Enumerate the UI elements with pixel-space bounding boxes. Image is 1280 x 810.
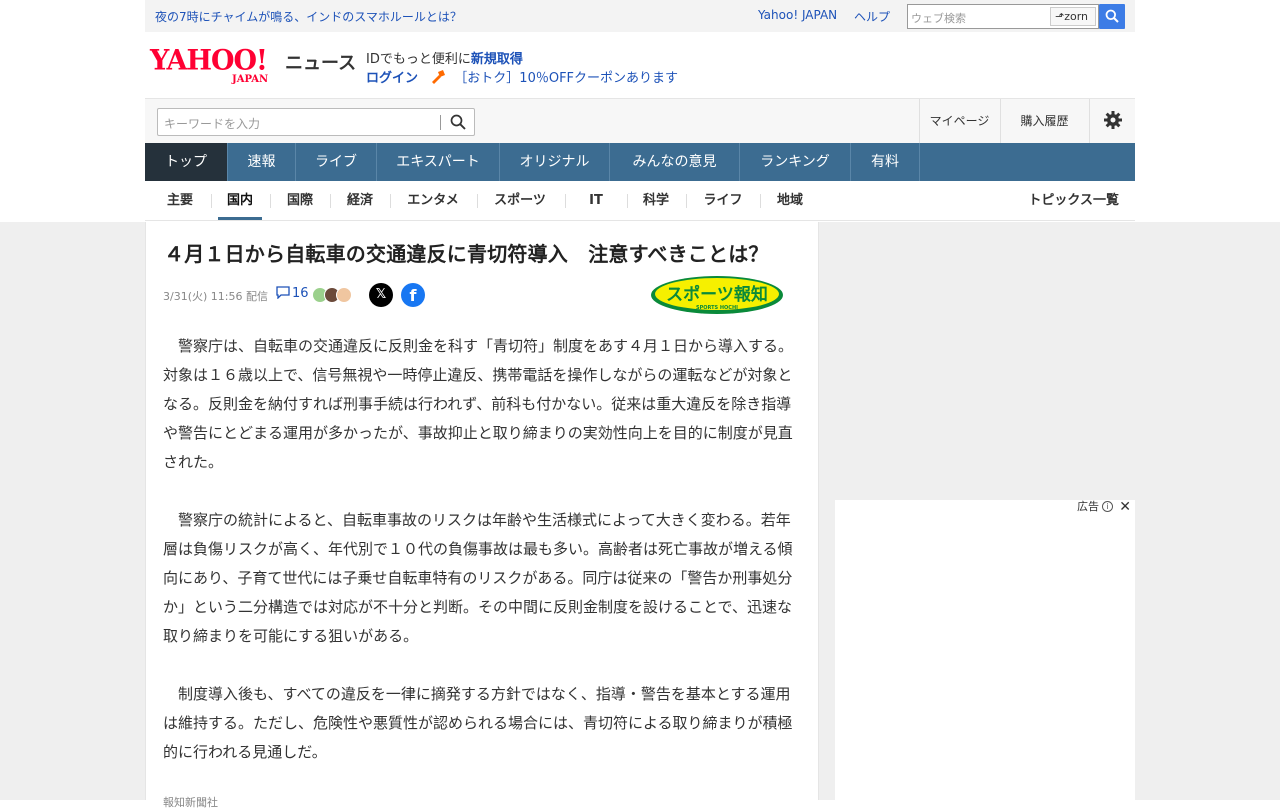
share-facebook-button[interactable]: f: [401, 283, 425, 307]
category-entertainment[interactable]: エンタメ: [397, 181, 469, 221]
topics-list-link[interactable]: トピックス一覧: [1028, 181, 1119, 221]
ad-area: 広告 i ✕: [835, 499, 1135, 800]
share-x-button[interactable]: 𝕏: [369, 283, 393, 307]
article-date: 3/31(火) 11:56: [163, 290, 243, 303]
nav-item-original[interactable]: オリジナル: [500, 143, 610, 181]
yahoo-japan-link[interactable]: Yahoo! JAPAN: [758, 8, 837, 22]
category-it[interactable]: IT: [572, 181, 620, 221]
category-economy[interactable]: 経済: [337, 181, 383, 221]
article-paragraph: 制度導入後も、すべての違反を一律に摘発する方針ではなく、指導・警告を基本とする運…: [163, 685, 793, 761]
help-link[interactable]: ヘルプ: [854, 8, 890, 25]
category-sports[interactable]: スポーツ: [484, 181, 556, 221]
category-divider: [330, 194, 331, 208]
top-bar: 夜の7時にチャイムが鳴る、インドのスマホルールとは？ Yahoo! JAPAN …: [145, 0, 1135, 32]
nav-item-paid[interactable]: 有料: [851, 143, 920, 181]
category-divider: [270, 194, 271, 208]
login-line: ログイン ［おトク］10％OFFクーポンあります: [366, 67, 678, 86]
service-name[interactable]: ニュース: [285, 49, 356, 75]
commenter-avatars: [312, 287, 360, 303]
gear-icon: [1104, 111, 1122, 129]
web-search-placeholder: ウェブ検索: [911, 12, 966, 25]
login-link[interactable]: ログイン: [366, 71, 418, 86]
zorn-label: zorn: [1064, 10, 1089, 23]
source-logo-sub: SPORTS HOCHI: [696, 305, 738, 311]
id-signup-link[interactable]: 新規取得: [471, 52, 523, 67]
article-container: ４月１日から自転車の交通違反に青切符導入 注意すべきことは？ 3/31(火) 1…: [145, 222, 819, 809]
article-paragraph: 警察庁は、自転車の交通違反に反則金を科す「青切符」制度をあす４月１日から導入する…: [163, 337, 794, 471]
category-main[interactable]: 主要: [157, 181, 203, 221]
main-nav: トップ 速報 ライブ エキスパート オリジナル みんなの意見 ランキング 有料: [145, 143, 1135, 181]
purchase-history-link[interactable]: 購入履歴: [1000, 99, 1088, 143]
keyword-search-input[interactable]: キーワードを入力: [157, 108, 475, 136]
category-divider: [686, 194, 687, 208]
nav-item-breaking[interactable]: 速報: [228, 143, 296, 181]
category-international[interactable]: 国際: [277, 181, 323, 221]
web-search-button[interactable]: [1099, 4, 1125, 29]
nav-item-live[interactable]: ライブ: [296, 143, 377, 181]
ad-label: 広告: [1077, 500, 1099, 513]
zorn-arrow-icon: ⬏: [1055, 10, 1065, 23]
search-row: キーワードを入力 マイページ 購入履歴: [145, 98, 1135, 143]
promo-link[interactable]: 夜の7時にチャイムが鳴る、インドのスマホルールとは？: [155, 8, 462, 25]
ad-close-icon[interactable]: ✕: [1119, 499, 1131, 515]
id-promo: IDでもっと便利に新規取得: [366, 48, 523, 67]
nav-item-ranking[interactable]: ランキング: [740, 143, 851, 181]
active-category-indicator: [218, 217, 262, 220]
category-region[interactable]: 地域: [767, 181, 813, 221]
coupon-icon: [432, 70, 446, 84]
site-header: YAHOO! JAPAN ニュース IDでもっと便利に新規取得 ログイン ［おト…: [145, 32, 1135, 98]
nav-item-top[interactable]: トップ: [145, 143, 228, 181]
avatar: [336, 287, 352, 303]
category-domestic[interactable]: 国内: [218, 181, 262, 221]
category-divider: [760, 194, 761, 208]
keyword-placeholder: キーワードを入力: [164, 117, 261, 131]
coupon-link[interactable]: ［おトク］10％OFFクーポンあります: [454, 71, 678, 86]
comment-link[interactable]: 16: [276, 286, 309, 301]
category-science[interactable]: 科学: [634, 181, 678, 221]
category-divider: [477, 194, 478, 208]
category-divider: [211, 194, 212, 208]
logo-sub: JAPAN: [232, 74, 269, 85]
keyword-divider: [440, 115, 441, 130]
search-icon[interactable]: [450, 114, 466, 130]
article-delivered: 配信: [245, 290, 268, 303]
id-prefix: IDでもっと便利に: [366, 52, 471, 67]
search-icon: [1105, 9, 1119, 23]
category-divider: [627, 194, 628, 208]
settings-button[interactable]: [1089, 99, 1135, 143]
yahoo-japan-logo[interactable]: YAHOO! JAPAN: [150, 44, 285, 86]
article-paragraph: 警察庁の統計によると、自転車事故のリスクは年齢や生活様式によって大きく変わる。若…: [163, 511, 793, 645]
nav-item-opinions[interactable]: みんなの意見: [610, 143, 740, 181]
nav-item-expert[interactable]: エキスパート: [377, 143, 500, 181]
category-life[interactable]: ライフ: [693, 181, 753, 221]
category-divider: [565, 194, 566, 208]
source-logo-text: スポーツ報知: [666, 284, 768, 305]
publisher-note: 報知新聞社: [163, 796, 218, 809]
comment-icon: [276, 286, 290, 300]
article-meta: 3/31(火) 11:56 配信: [163, 288, 268, 304]
source-logo[interactable]: スポーツ報知 SPORTS HOCHI: [650, 275, 784, 315]
zorn-button[interactable]: ⬏zorn: [1050, 7, 1096, 26]
article-body: 警察庁は、自転車の交通違反に反則金を科す「青切符」制度をあす４月１日から導入する…: [163, 332, 805, 796]
top-strip: 夜の7時にチャイムが鳴る、インドのスマホルールとは？ Yahoo! JAPAN …: [0, 0, 1280, 32]
web-search-input[interactable]: ウェブ検索 ⬏zorn: [907, 4, 1099, 29]
logo-main: YAHOO!: [150, 44, 268, 77]
category-nav: 主要 国内 国際 経済 エンタメ スポーツ IT 科学 ライフ 地域 トピックス…: [145, 181, 1135, 221]
article-headline: ４月１日から自転車の交通違反に青切符導入 注意すべきことは？: [164, 242, 769, 266]
mypage-link[interactable]: マイページ: [919, 99, 999, 143]
ad-info-icon[interactable]: i: [1102, 501, 1113, 512]
comment-count: 16: [292, 286, 309, 301]
category-divider: [390, 194, 391, 208]
